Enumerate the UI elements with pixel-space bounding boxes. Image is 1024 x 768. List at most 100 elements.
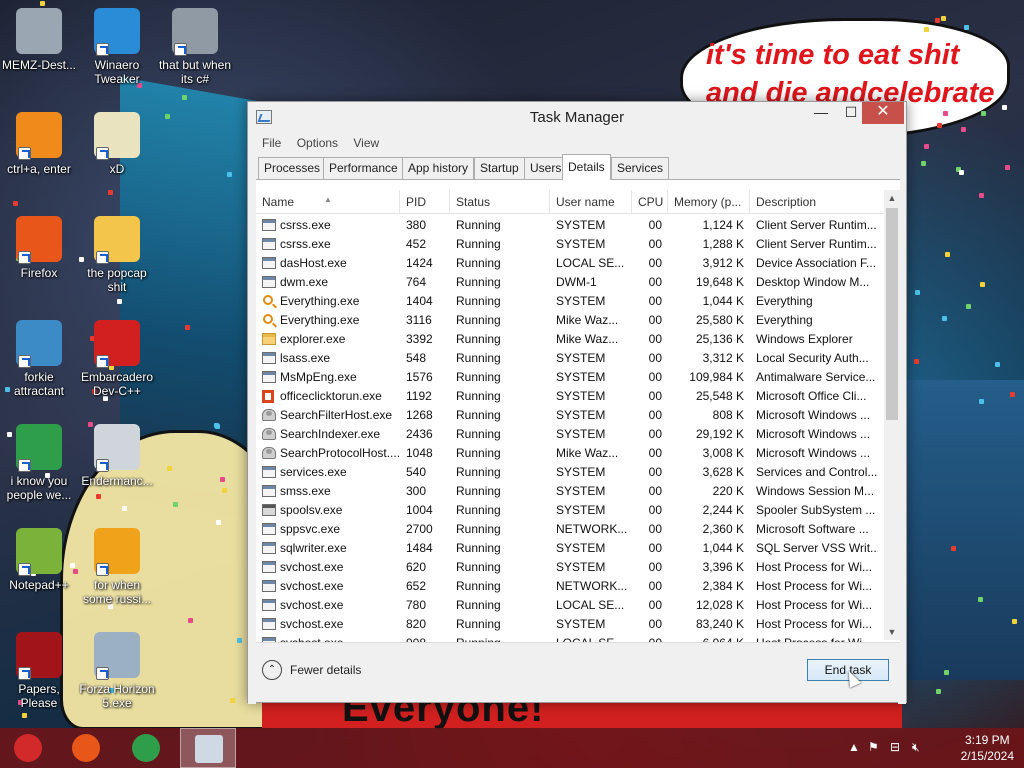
table-row[interactable]: dasHost.exe 1424 Running LOCAL SE... 00 3,912…	[256, 254, 884, 273]
table-row[interactable]: svchost.exe 620 Running SYSTEM 00 3,396 K Host…	[256, 558, 884, 577]
process-cpu: 00	[648, 256, 662, 270]
desktop-icon[interactable]: MEMZ-Dest...	[0, 8, 78, 72]
table-row[interactable]: sppsvc.exe 2700 Running NETWORK... 00 2,360 K…	[256, 520, 884, 539]
volume-icon[interactable]: 🔇︎	[912, 740, 920, 755]
taskbar-chrome[interactable]	[118, 728, 174, 768]
desktop-icon[interactable]: Forza Horizon 5.exe	[78, 632, 156, 710]
table-row[interactable]: SearchProtocolHost.... 1048 Running Mike Wa…	[256, 444, 884, 463]
process-pid: 908	[400, 634, 450, 642]
process-description: Services and Control...	[756, 465, 878, 479]
desktop-icon[interactable]: for when some russi...	[78, 528, 156, 606]
desktop-icon[interactable]: Papers, Please	[0, 632, 78, 710]
process-memory: 3,008 K	[702, 446, 744, 460]
column-user-name[interactable]: User name	[550, 190, 632, 214]
menu-view[interactable]: View	[347, 132, 385, 150]
process-user: SYSTEM	[556, 465, 606, 479]
title-bar[interactable]: Task Manager — ☐ ✕	[248, 102, 906, 132]
scroll-down-icon[interactable]: ▼	[884, 624, 900, 640]
process-name: SearchProtocolHost....	[280, 446, 400, 460]
desktop-icon[interactable]: forkie attractant	[0, 320, 78, 398]
tab-users[interactable]: Users	[524, 157, 568, 179]
process-pid: 1048	[406, 446, 433, 460]
column-pid[interactable]: PID	[400, 190, 450, 214]
minimize-button[interactable]: —	[806, 102, 836, 124]
shortcut-arrow-icon	[18, 147, 31, 160]
table-row[interactable]: dwm.exe 764 Running DWM-1 00 19,648 K Desktop …	[256, 273, 884, 292]
scroll-up-icon[interactable]: ▲	[884, 190, 900, 206]
desktop-icon[interactable]: ctrl+a, enter	[0, 112, 78, 176]
fewer-details-button[interactable]: ⌃ Fewer details	[262, 659, 361, 681]
table-row[interactable]: SearchIndexer.exe 2436 Running SYSTEM 00 29,1…	[256, 425, 884, 444]
column-cpu[interactable]: CPU	[632, 190, 668, 214]
process-description: Microsoft Windows ...	[756, 427, 871, 441]
tab-app-history[interactable]: App history	[402, 157, 475, 179]
process-memory: 3,312 K	[702, 351, 744, 365]
system-tray: ▲ ⚑ ⊟ 🔇︎ 3:19 PM 2/15/2024	[844, 728, 1024, 768]
confetti-piece	[1010, 392, 1016, 398]
tab-processes[interactable]: Processes	[258, 157, 327, 179]
clock-time: 3:19 PM	[964, 733, 1010, 747]
close-button[interactable]: ✕	[862, 102, 904, 124]
confetti-piece	[961, 126, 967, 132]
flag-icon[interactable]: ⚑	[868, 740, 879, 754]
clock[interactable]: 3:19 PM 2/15/2024	[961, 732, 1014, 764]
desktop-icon[interactable]: that but when its c#	[156, 8, 234, 86]
table-row[interactable]: spoolsv.exe 1004 Running SYSTEM 00 2,244 K Spo…	[256, 501, 884, 520]
taskbar-firefox[interactable]	[58, 728, 114, 768]
desktop-icon[interactable]: Embarcadero Dev-C++	[78, 320, 156, 398]
table-row[interactable]: services.exe 540 Running SYSTEM 00 3,628 K Ser…	[256, 463, 884, 482]
settings-icon	[16, 320, 62, 368]
table-row[interactable]: sqlwriter.exe 1484 Running SYSTEM 00 1,044 K S…	[256, 539, 884, 558]
table-row[interactable]: MsMpEng.exe 1576 Running SYSTEM 00 109,984 K A…	[256, 368, 884, 387]
confetti-piece	[12, 201, 18, 207]
vertical-scrollbar[interactable]: ▲ ▼	[884, 190, 900, 640]
desktop-icon[interactable]: xD	[78, 112, 156, 176]
confetti-piece	[978, 192, 984, 198]
desktop-icon[interactable]: Firefox	[0, 216, 78, 280]
tab-startup[interactable]: Startup	[474, 157, 525, 179]
process-user: SYSTEM	[556, 617, 606, 631]
start-button[interactable]	[0, 728, 56, 768]
tab-details[interactable]: Details	[562, 154, 611, 181]
table-row[interactable]: csrss.exe 380 Running SYSTEM 00 1,124 K Client…	[256, 216, 884, 235]
tab-services[interactable]: Services	[611, 157, 670, 179]
show-hidden-icons-icon[interactable]: ▲	[848, 740, 860, 754]
confetti-piece	[980, 110, 986, 116]
desktop-icon[interactable]: Winaero Tweaker	[78, 8, 156, 86]
table-row[interactable]: lsass.exe 548 Running SYSTEM 00 3,312 K Local …	[256, 349, 884, 368]
confetti-piece	[40, 0, 46, 6]
tab-performance[interactable]: Performance	[323, 157, 404, 179]
column-memory[interactable]: Memory (p...	[668, 190, 750, 214]
window-icon	[94, 424, 140, 472]
network-icon[interactable]: ⊟	[890, 740, 900, 754]
table-row[interactable]: Everything.exe 3116 Running Mike Waz... 00 25…	[256, 311, 884, 330]
table-row[interactable]: smss.exe 300 Running SYSTEM 00 220 K Windows S…	[256, 482, 884, 501]
desktop-icon[interactable]: Endermanc...	[78, 424, 156, 488]
desktop-icon[interactable]: the popcap shit	[78, 216, 156, 294]
desktop-icon[interactable]: i know you people we...	[0, 424, 78, 502]
scroll-thumb[interactable]	[886, 208, 898, 420]
table-row[interactable]: explorer.exe 3392 Running Mike Waz... 00 25,1…	[256, 330, 884, 349]
column-status[interactable]: Status	[450, 190, 550, 214]
confetti-piece	[185, 325, 191, 330]
table-row[interactable]: csrss.exe 452 Running SYSTEM 00 1,288 K Client…	[256, 235, 884, 254]
menu-options[interactable]: Options	[291, 132, 344, 150]
menu-file[interactable]: File	[256, 132, 287, 150]
papers-icon	[16, 632, 62, 680]
desktop-icon[interactable]: Notepad++	[0, 528, 78, 592]
table-row[interactable]: officeclicktorun.exe 1192 Running SYSTEM 00 2…	[256, 387, 884, 406]
task-manager-window[interactable]: Task Manager — ☐ ✕ File Options View Pro…	[247, 101, 907, 704]
taskbar-task-manager[interactable]	[180, 728, 236, 768]
column-description[interactable]: Description	[750, 190, 884, 214]
table-row[interactable]: svchost.exe 780 Running LOCAL SE... 00 12,028…	[256, 596, 884, 615]
table-row[interactable]: svchost.exe 820 Running SYSTEM 00 83,240 K Hos…	[256, 615, 884, 634]
confetti-piece	[978, 399, 984, 405]
table-row[interactable]: Everything.exe 1404 Running SYSTEM 00 1,044 K…	[256, 292, 884, 311]
table-row[interactable]: svchost.exe908RunningLOCAL SE...006,964 …	[256, 634, 884, 642]
process-description: Everything	[756, 313, 813, 327]
table-row[interactable]: svchost.exe 652 Running NETWORK... 00 2,384 K…	[256, 577, 884, 596]
shortcut-arrow-icon	[96, 667, 109, 680]
table-row[interactable]: SearchFilterHost.exe 1268 Running SYSTEM 00 8…	[256, 406, 884, 425]
column-name[interactable]: Name ▲	[256, 190, 400, 214]
fewer-details-label: Fewer details	[290, 663, 362, 677]
